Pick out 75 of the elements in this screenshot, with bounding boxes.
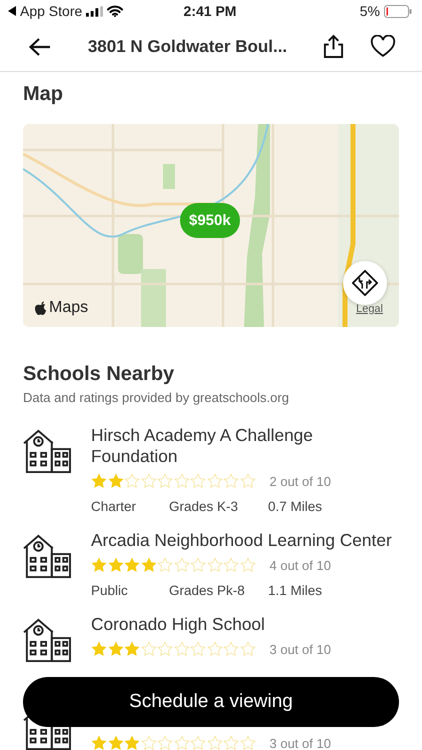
star-icon	[190, 735, 206, 750]
star-icon	[190, 557, 206, 573]
star-icon	[124, 641, 140, 657]
school-building-icon	[23, 617, 71, 663]
star-icon	[223, 735, 239, 750]
school-building-icon	[23, 428, 71, 474]
back-to-app-label[interactable]: App Store	[20, 3, 82, 19]
star-icon	[174, 557, 190, 573]
star-icon	[174, 473, 190, 489]
star-icon	[124, 735, 140, 750]
legal-link[interactable]: Legal	[356, 303, 383, 315]
back-arrow-icon[interactable]	[28, 36, 52, 56]
star-icon	[223, 473, 239, 489]
grade-range: Grades K-3	[169, 499, 240, 514]
star-icon	[206, 473, 222, 489]
rating-text: 3 out of 10	[270, 736, 331, 750]
star-icon	[140, 641, 156, 657]
directions-sign-icon	[351, 269, 379, 297]
school-type: Charter	[91, 499, 138, 514]
apple-logo-icon	[35, 300, 48, 316]
star-icon	[223, 641, 239, 657]
star-icon	[157, 557, 173, 573]
star-icon	[240, 557, 256, 573]
school-building-icon	[23, 533, 71, 579]
rating-text: 3 out of 10	[270, 642, 331, 656]
star-icon	[157, 473, 173, 489]
school-distance: 0.7 Miles	[268, 499, 322, 514]
listing-address-title: 3801 N Goldwater Boul...	[86, 36, 288, 56]
school-name[interactable]: Hirsch Academy A Challenge Foundation	[91, 425, 397, 467]
star-icon	[206, 735, 222, 750]
share-icon[interactable]	[323, 34, 344, 59]
star-icon	[124, 473, 140, 489]
star-icon	[174, 641, 190, 657]
star-icon	[223, 557, 239, 573]
school-name[interactable]: Coronado High School	[91, 614, 397, 635]
star-icon	[157, 641, 173, 657]
schools-source-note: Data and ratings provided by greatschools.org	[23, 390, 290, 405]
school-distance: 1.1 Miles	[268, 583, 322, 598]
schools-heading: Schools Nearby	[23, 363, 176, 386]
star-icon	[157, 735, 173, 750]
star-icon	[174, 735, 190, 750]
wifi-icon	[107, 5, 124, 17]
back-triangle-icon[interactable]	[8, 6, 16, 16]
star-icon	[140, 473, 156, 489]
star-icon	[108, 473, 124, 489]
rating-text: 4 out of 10	[270, 558, 331, 572]
rating-text: 2 out of 10	[270, 474, 331, 488]
star-icon	[206, 557, 222, 573]
heart-icon[interactable]	[370, 35, 396, 58]
star-icon	[108, 735, 124, 750]
star-icon	[91, 735, 107, 750]
star-icon	[240, 735, 256, 750]
battery-icon	[384, 4, 412, 18]
star-icon	[91, 557, 107, 573]
star-icon	[240, 473, 256, 489]
star-icon	[140, 735, 156, 750]
battery-percent: 5%	[360, 3, 380, 19]
school-type: Public	[91, 583, 129, 598]
maps-logo-text: Maps	[49, 299, 88, 317]
signal-icon	[86, 6, 104, 16]
grade-range: Grades Pk-8	[169, 583, 246, 598]
map-heading: Map	[23, 82, 64, 107]
star-icon	[108, 641, 124, 657]
clock-time: 2:41 PM	[184, 3, 236, 19]
star-icon	[108, 557, 124, 573]
star-icon	[190, 641, 206, 657]
star-icon	[240, 641, 256, 657]
star-icon	[206, 641, 222, 657]
star-icon	[190, 473, 206, 489]
school-name[interactable]: Arcadia Neighborhood Learning Center	[91, 530, 397, 551]
star-icon	[124, 557, 140, 573]
star-icon	[140, 557, 156, 573]
schedule-viewing-button[interactable]: Schedule a viewing	[23, 677, 399, 727]
star-icon	[91, 473, 107, 489]
star-icon	[91, 641, 107, 657]
